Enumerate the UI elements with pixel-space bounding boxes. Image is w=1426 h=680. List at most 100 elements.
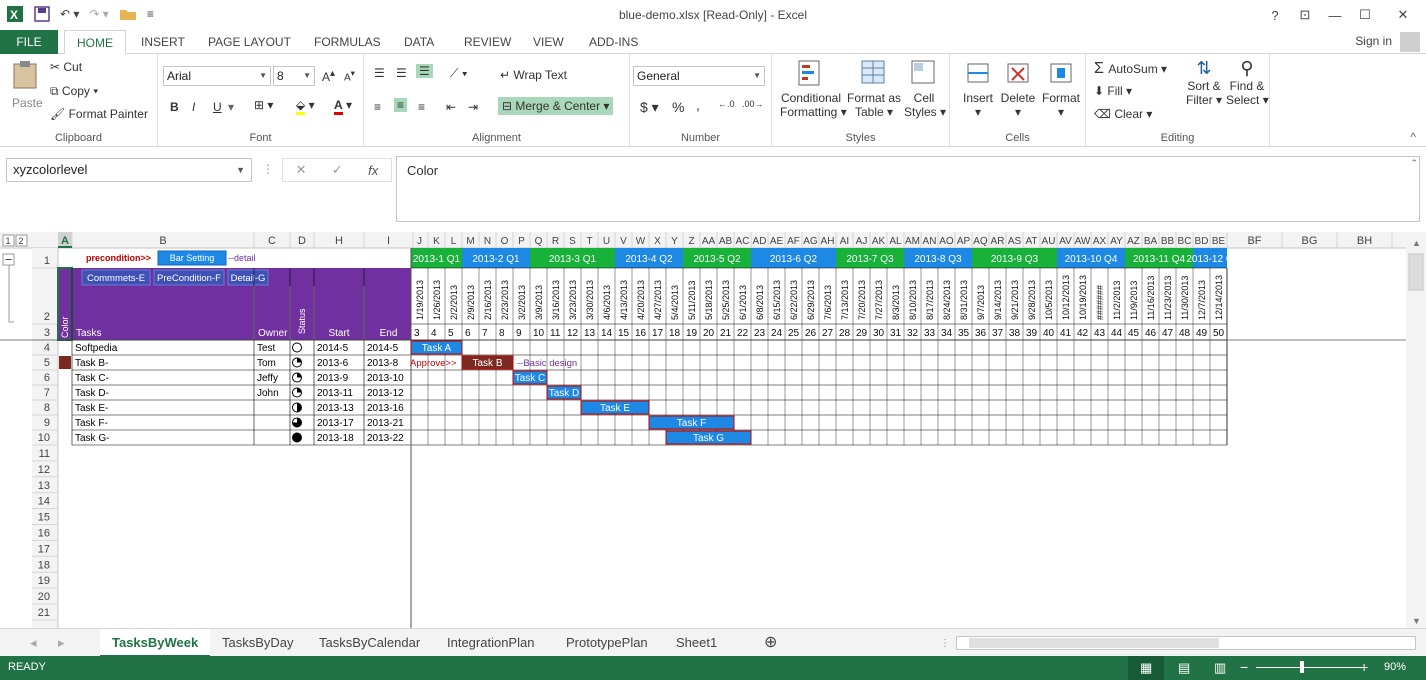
close-icon[interactable]: ✕ <box>1380 0 1426 30</box>
tab-data[interactable]: DATA <box>404 30 434 54</box>
fill-color-icon[interactable]: ⬙ ▾ <box>296 98 315 115</box>
tab-view[interactable]: VIEW <box>533 30 564 54</box>
align-middle-icon[interactable]: ☰ <box>396 66 407 80</box>
align-center-icon[interactable]: ≡ <box>394 98 408 112</box>
sign-in-link[interactable]: Sign in <box>1355 34 1392 48</box>
column-header-h: H <box>335 235 343 247</box>
enter-icon[interactable]: ✓ <box>332 162 343 178</box>
font-color-icon[interactable]: A ▾ <box>334 98 352 115</box>
autosum-button[interactable]: Σ AutoSum ▾ <box>1094 60 1167 78</box>
quarter-label-2: 2013-2 Q1 <box>472 254 520 265</box>
format-painter-button[interactable]: 🖌 Format Painter <box>50 107 148 121</box>
decrease-indent-icon[interactable]: ⇤ <box>446 100 456 114</box>
tab-formulas[interactable]: FORMULAS <box>314 30 381 54</box>
new-sheet-icon[interactable]: ⊕ <box>752 629 789 657</box>
tab-insert[interactable]: INSERT <box>141 30 185 54</box>
sheet-tab-integrationplan[interactable]: IntegrationPlan <box>435 629 546 657</box>
row-header-4: 4 <box>44 342 50 354</box>
comma-button[interactable]: , <box>696 97 700 113</box>
find-select-button[interactable]: ⚲ Find & Select ▾ <box>1226 58 1269 107</box>
collapse-ribbon-icon[interactable]: ^ <box>1410 130 1416 144</box>
sheet-tab-tasksbyday[interactable]: TasksByDay <box>210 629 306 657</box>
underline-dropdown[interactable]: ▾ <box>228 100 234 114</box>
week-number-34: 36 <box>975 328 987 339</box>
align-right-icon[interactable]: ≡ <box>418 100 425 114</box>
tab-page-layout[interactable]: PAGE LAYOUT <box>208 30 291 54</box>
fill-button[interactable]: ⬇ Fill ▾ <box>1094 84 1132 98</box>
cell-styles-button[interactable]: Cell Styles ▾ <box>904 58 946 119</box>
week-number-44: 46 <box>1145 328 1157 339</box>
number-format-combo[interactable]: General ▼ <box>633 66 765 86</box>
formula-input[interactable]: Color <box>396 156 1420 222</box>
clear-button[interactable]: ⌫ Clear ▾ <box>1094 107 1152 121</box>
format-as-table-button[interactable]: Format as Table ▾ <box>846 58 902 119</box>
vertical-scrollbar[interactable] <box>1406 232 1426 628</box>
tab-review[interactable]: REVIEW <box>464 30 511 54</box>
worksheet-grid[interactable]: 1 2 A B C D H I J K L M N O P Q R S T U V W X Y Z AA AB AC AD AE AF AG A… <box>0 232 1426 628</box>
horizontal-scrollbar[interactable] <box>956 636 1416 650</box>
increase-decimal-icon[interactable]: ←.0 <box>718 99 735 109</box>
page-break-view-icon[interactable]: ▥ <box>1214 660 1226 676</box>
task-end-4: 2014-5 <box>367 343 399 354</box>
sheet-tab-sheet1[interactable]: Sheet1 <box>664 629 729 657</box>
borders-icon[interactable]: ⊞ ▾ <box>254 98 273 112</box>
week-number-7: 9 <box>516 328 522 339</box>
next-sheet-icon[interactable]: ▸ <box>46 629 77 657</box>
wrap-text-button[interactable]: ↵ Wrap Text <box>500 68 567 82</box>
shrink-font-button[interactable]: A▾ <box>344 68 355 83</box>
italic-button[interactable]: I <box>192 100 195 114</box>
zoom-slider[interactable] <box>1256 667 1362 668</box>
cut-button[interactable]: ✂ Cut <box>50 60 82 74</box>
merge-center-button[interactable]: ⊟ Merge & Center ▾ <box>498 97 614 115</box>
grow-font-button[interactable]: A▴ <box>322 68 335 84</box>
insert-cells-button[interactable]: Insert ▾ <box>958 58 998 119</box>
currency-button[interactable]: $ ▾ <box>640 99 659 116</box>
expand-formula-icon[interactable]: ⌃ <box>1410 158 1418 169</box>
help-icon[interactable]: ? <box>1260 0 1290 30</box>
tab-file[interactable]: FILE <box>0 30 58 54</box>
sheet-tab-prototypeplan[interactable]: PrototypePlan <box>554 629 660 657</box>
conditional-formatting-button[interactable]: Conditional Formatting ▾ <box>780 58 847 119</box>
align-bottom-icon[interactable]: ☰ <box>416 64 433 78</box>
name-box[interactable]: xyzcolorlevel ▼ <box>6 158 252 182</box>
bold-button[interactable]: B <box>170 100 179 114</box>
decrease-decimal-icon[interactable]: .00→ <box>742 99 764 109</box>
week-number-36: 38 <box>1009 328 1021 339</box>
vertical-scroll-thumb[interactable] <box>1408 253 1424 291</box>
percent-button[interactable]: % <box>672 99 684 115</box>
align-left-icon[interactable]: ≡ <box>374 100 381 114</box>
gantt-bar-label-4: Task A <box>422 343 452 354</box>
sort-filter-button[interactable]: ⇅ Sort & Filter ▾ <box>1184 58 1224 107</box>
zoom-in-icon[interactable]: + <box>1360 659 1368 675</box>
format-cells-button[interactable]: Format ▾ <box>1040 58 1082 119</box>
avatar[interactable] <box>1400 32 1420 52</box>
copy-button[interactable]: ⧉ Copy ▾ <box>50 84 98 99</box>
worksheet[interactable]: 1 2 A B C D H I J K L M N O P Q R S T U V W X Y Z AA AB AC AD AE AF AG A… <box>0 232 1426 628</box>
orientation-icon[interactable]: ⟋ ▾ <box>450 66 468 81</box>
delete-cells-button[interactable]: Delete ▾ <box>998 58 1038 119</box>
sheet-tab-tasksbycalendar[interactable]: TasksByCalendar <box>307 629 432 657</box>
ribbon-display-icon[interactable]: ⊡ <box>1290 0 1320 30</box>
tab-home[interactable]: HOME <box>64 30 126 55</box>
underline-button[interactable]: U <box>213 100 222 114</box>
maximize-icon[interactable]: ☐ <box>1350 0 1380 30</box>
increase-indent-icon[interactable]: ⇥ <box>468 100 478 114</box>
eraser-icon: ⌫ <box>1094 107 1115 121</box>
horizontal-scroll-thumb[interactable] <box>969 638 1219 648</box>
font-size-combo[interactable]: 8 ▼ <box>273 66 315 86</box>
week-number-32: 34 <box>941 328 953 339</box>
paste-button[interactable] <box>10 60 40 93</box>
font-name-combo[interactable]: Arial ▼ <box>163 66 271 86</box>
align-top-icon[interactable]: ☰ <box>374 66 385 80</box>
tab-add-ins[interactable]: ADD-INS <box>589 30 638 54</box>
minimize-icon[interactable]: — <box>1320 0 1350 30</box>
zoom-out-icon[interactable]: − <box>1240 659 1248 675</box>
cancel-icon[interactable]: ✕ <box>296 162 307 178</box>
zoom-level[interactable]: 90% <box>1384 661 1406 673</box>
page-layout-view-icon[interactable]: ▤ <box>1178 660 1190 676</box>
sheet-tab-tasksbyweek[interactable]: TasksByWeek <box>100 629 211 657</box>
zoom-slider-thumb[interactable] <box>1300 661 1304 673</box>
insert-function-icon[interactable]: fx <box>368 163 378 178</box>
row-header-6: 6 <box>44 372 50 384</box>
prev-sheet-icon[interactable]: ◂ <box>18 629 49 657</box>
